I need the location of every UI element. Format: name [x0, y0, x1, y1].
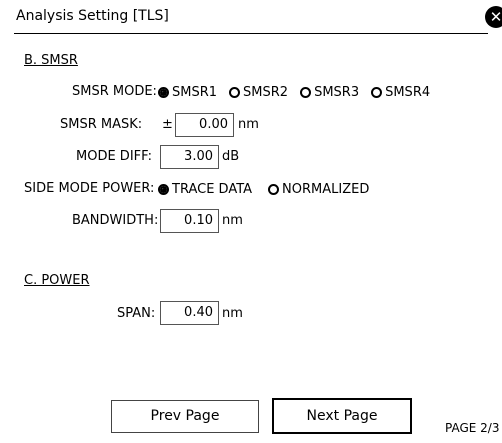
- side-mode-power-option-trace-data[interactable]: TRACE DATA: [158, 182, 252, 197]
- bandwidth-label: BANDWIDTH:: [72, 213, 159, 228]
- section-b-heading: B. SMSR: [24, 53, 78, 68]
- close-icon[interactable]: ✕: [485, 6, 502, 28]
- smsr-mode-option-smsr2[interactable]: SMSR2: [229, 85, 288, 100]
- radio-unselected-icon: [371, 87, 383, 98]
- mode-diff-unit: dB: [222, 149, 240, 164]
- mode-diff-label: MODE DIFF:: [76, 149, 152, 164]
- radio-unselected-icon: [268, 184, 280, 195]
- smsr-mask-unit: nm: [238, 117, 259, 132]
- smsr-mask-prefix: ±: [162, 117, 173, 132]
- bandwidth-unit: nm: [222, 213, 243, 228]
- side-mode-power-option-normalized[interactable]: NORMALIZED: [268, 182, 369, 197]
- span-input[interactable]: 0.40: [160, 301, 219, 325]
- side-mode-power-label: SIDE MODE POWER:: [24, 181, 155, 196]
- smsr-mode-option-smsr4[interactable]: SMSR4: [371, 85, 430, 100]
- window-title: Analysis Setting [TLS]: [16, 8, 169, 24]
- span-unit: nm: [222, 306, 243, 321]
- next-page-button[interactable]: Next Page: [272, 398, 412, 434]
- title-bar: Analysis Setting [TLS] ✕: [0, 0, 502, 36]
- prev-page-button[interactable]: Prev Page: [111, 400, 259, 433]
- mode-diff-input[interactable]: 3.00: [160, 145, 219, 169]
- span-label: SPAN:: [117, 306, 156, 321]
- page-indicator: PAGE 2/3: [445, 421, 500, 435]
- radio-unselected-icon: [300, 87, 312, 98]
- radio-unselected-icon: [229, 87, 241, 98]
- section-c-heading: C. POWER: [24, 273, 90, 288]
- smsr-mode-option-smsr1[interactable]: SMSR1: [158, 85, 217, 100]
- radio-selected-icon: [158, 87, 169, 98]
- title-divider: [14, 33, 488, 34]
- bandwidth-input[interactable]: 0.10: [160, 209, 219, 233]
- radio-selected-icon: [158, 184, 169, 195]
- smsr-mode-radio-group: SMSR1 SMSR2 SMSR3 SMSR4: [158, 85, 442, 100]
- smsr-mask-input[interactable]: 0.00: [175, 113, 234, 137]
- side-mode-power-radio-group: TRACE DATA NORMALIZED: [158, 182, 381, 197]
- smsr-mask-label: SMSR MASK:: [60, 117, 143, 132]
- smsr-mode-option-smsr3[interactable]: SMSR3: [300, 85, 359, 100]
- smsr-mode-label: SMSR MODE:: [72, 84, 157, 99]
